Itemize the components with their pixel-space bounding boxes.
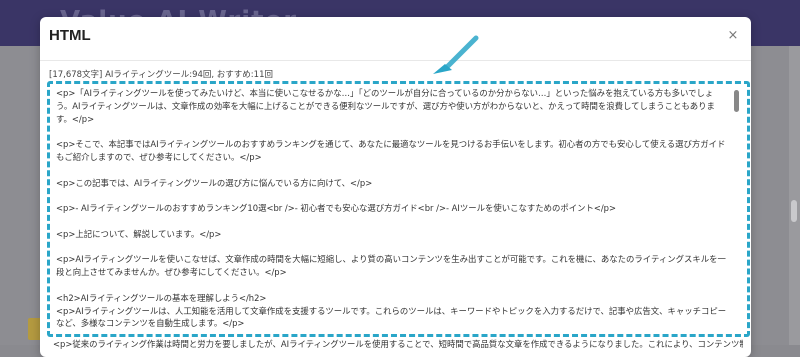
textarea-scrollbar-thumb[interactable]	[734, 90, 739, 112]
modal-title: HTML	[49, 27, 91, 44]
html-line: <p>AIライティングツールは、人工知能を活用して文章作成を支援するツールです。…	[56, 305, 727, 329]
close-icon[interactable]: ×	[724, 27, 742, 45]
html-line: <p>上記について、解説しています。</p>	[56, 228, 222, 239]
html-line: <p>そこで、本記事ではAIライティングツールのおすすめランキングを通じて、あな…	[56, 139, 726, 162]
content-stats: [17,678文字] AIライティングツール:94回, おすすめ:11回	[49, 70, 273, 80]
html-line: <p>この記事では、AIライティングツールの選び方に悩んでいる方に向けて、</p…	[56, 177, 373, 188]
html-output-textarea[interactable]: <p>「AIライティングツールを使ってみたいけど、本当に使いこなせるかな…」「ど…	[47, 81, 750, 337]
page-scrollbar-thumb[interactable]	[791, 200, 797, 222]
modal-header: HTML ×	[40, 17, 751, 61]
html-line: <p>AIライティングツールを使いこなせば、文章作成の時間を大幅に短縮し、より質…	[56, 254, 726, 278]
html-output-text: <p>「AIライティングツールを使ってみたいけど、本当に使いこなせるかな…」「ど…	[56, 87, 728, 330]
html-line: <p>「AIライティングツールを使ってみたいけど、本当に使いこなせるかな…」「ど…	[56, 88, 715, 124]
page-scrollbar[interactable]	[789, 46, 800, 345]
html-modal: HTML × [17,678文字] AIライティングツール:94回, おすすめ:…	[40, 17, 751, 357]
html-line: <p>- AIライティングツールのおすすめランキング10選<br />- 初心者…	[56, 203, 617, 214]
html-line-overflow: <p>従来のライティング作業は時間と労力を要しましたが、AIライティングツールを…	[53, 339, 743, 349]
html-line: <h2>AIライティングツールの基本を理解しよう</h2>	[56, 292, 267, 303]
